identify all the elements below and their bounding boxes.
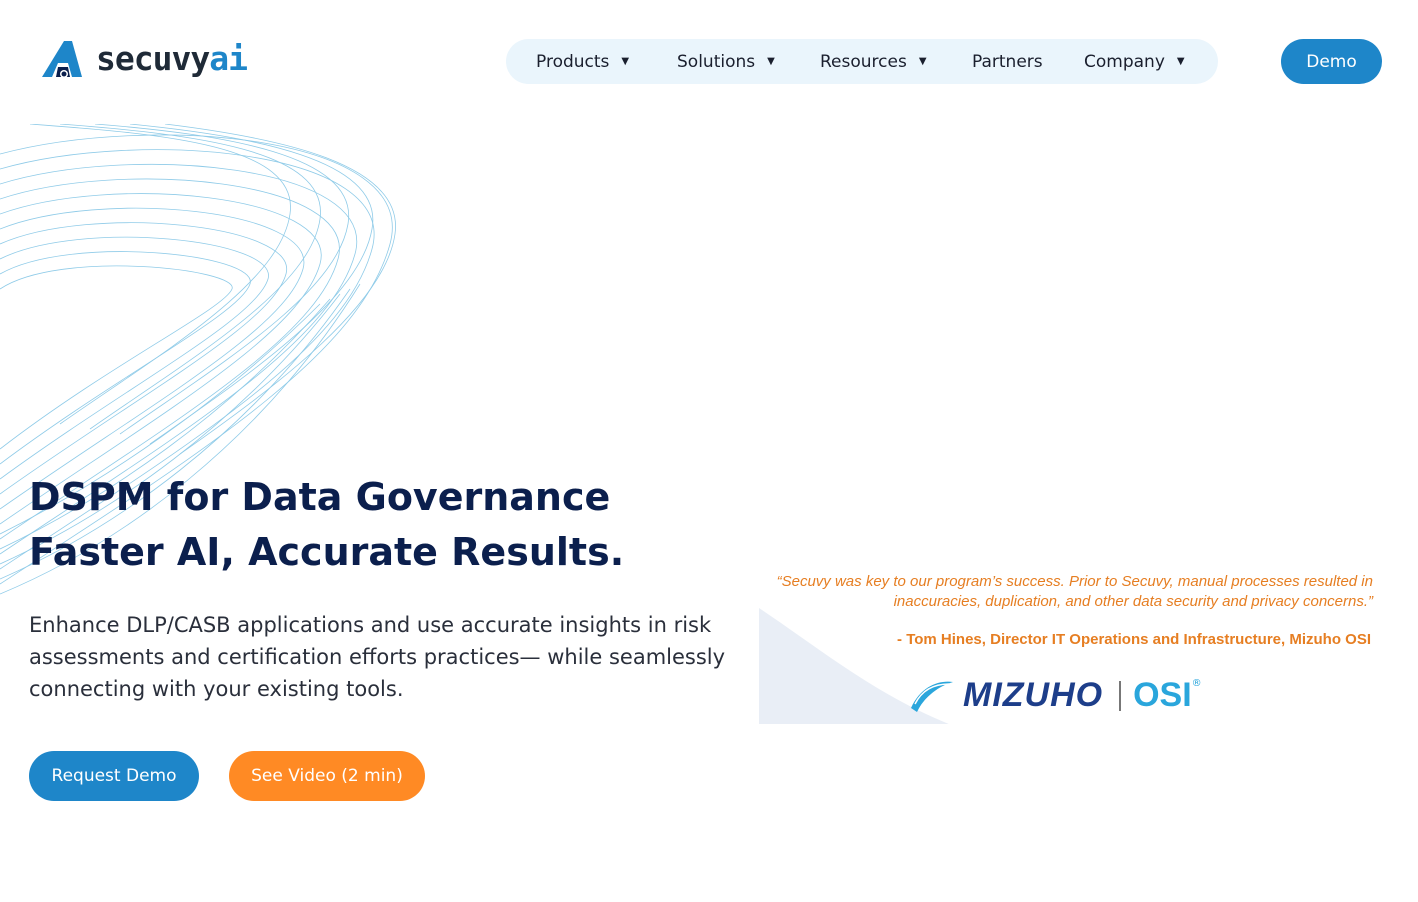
nav-item-label: Partners [972, 51, 1043, 72]
hero-subtitle: Enhance DLP/CASB applications and use ac… [29, 613, 726, 701]
demo-button[interactable]: Demo [1281, 39, 1382, 84]
logo-wordmark: secuvyai [96, 37, 248, 81]
nav-item-label: Company [1084, 51, 1165, 72]
caret-down-icon: ▼ [767, 56, 775, 67]
caret-down-icon: ▼ [621, 56, 630, 67]
hero-title-line-2: Faster AI, Accurate Results. [29, 530, 625, 574]
logo-separator [1119, 680, 1122, 711]
testimonial-quote: “Secuvy was key to our program’s success… [776, 573, 1373, 610]
hero-title-line-1: DSPM for Data Governance [29, 475, 611, 519]
caret-down-icon: ▼ [918, 56, 927, 67]
nav-item-company[interactable]: Company ▼ [1084, 52, 1185, 72]
nav-item-label: Resources [820, 51, 907, 72]
request-demo-button[interactable]: Request Demo [29, 751, 199, 801]
logo-wordmark-ai: ai [209, 39, 248, 78]
osi-wordmark: OSI [1133, 676, 1192, 714]
testimonial-card: “Secuvy was key to our program’s success… [759, 568, 1379, 724]
nav-item-partners[interactable]: Partners [972, 52, 1084, 72]
main-nav: Products ▼ Solutions ▼ Resources ▼ Partn… [506, 39, 1218, 84]
hero-title: DSPM for Data Governance Faster AI, Accu… [29, 470, 729, 580]
nav-item-label: Solutions [677, 51, 756, 72]
caret-down-icon: ▼ [1176, 56, 1185, 67]
registered-mark: ® [1191, 678, 1202, 689]
secuvy-logo[interactable]: secuvyai [38, 37, 248, 81]
mizuho-wordmark: MIZUHO [963, 676, 1104, 714]
logo-wordmark-main: secuvy [96, 39, 210, 78]
nav-item-resources[interactable]: Resources ▼ [820, 52, 972, 72]
nav-item-solutions[interactable]: Solutions ▼ [677, 52, 820, 72]
nav-item-label: Products [536, 51, 610, 72]
secuvy-logo-icon [42, 41, 82, 78]
mizuho-osi-logo: MIZUHO OSI ® [909, 676, 1202, 715]
see-video-button[interactable]: See Video (2 min) [229, 751, 425, 801]
testimonial-attribution: - Tom Hines, Director IT Operations and … [897, 631, 1371, 648]
mizuho-wing-icon [911, 681, 954, 712]
page: secuvyai Products ▼ Solutions ▼ Resource… [0, 0, 1418, 902]
nav-item-products[interactable]: Products ▼ [536, 52, 677, 72]
